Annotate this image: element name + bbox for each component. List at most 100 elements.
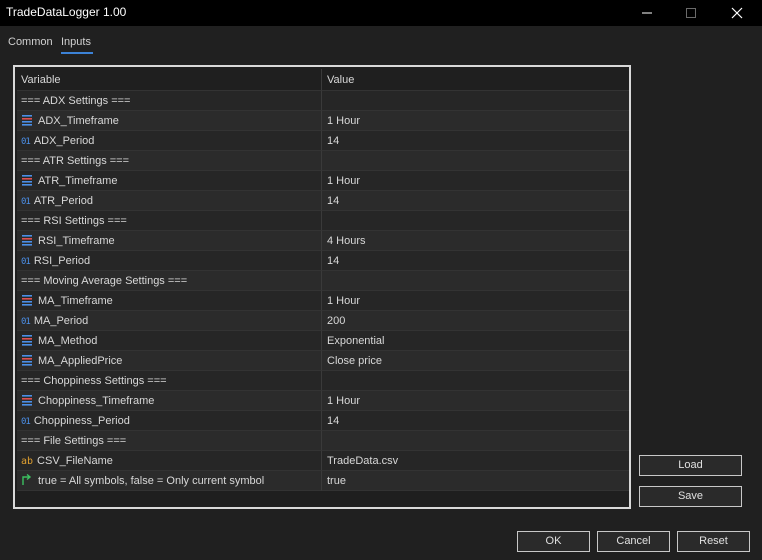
variable-name: CSV_FileName bbox=[37, 455, 113, 467]
value-cell[interactable]: TradeData.csv bbox=[322, 451, 629, 471]
value-cell[interactable]: 1 Hour bbox=[322, 111, 629, 131]
variable-name: ATR_Period bbox=[33, 195, 93, 207]
variable-cell: 01 MA_Period bbox=[17, 311, 322, 331]
column-header-variable[interactable]: Variable bbox=[17, 69, 322, 91]
column-header-value[interactable]: Value bbox=[322, 69, 629, 91]
enum-list-icon bbox=[22, 335, 32, 346]
variable-cell: MA_AppliedPrice bbox=[17, 351, 322, 371]
table-row[interactable]: ADX_Timeframe 1 Hour bbox=[17, 111, 629, 131]
table-header: Variable Value bbox=[17, 69, 629, 91]
variable-name: ADX_Timeframe bbox=[38, 115, 119, 127]
variable-name: RSI_Period bbox=[33, 255, 91, 267]
variable-cell: Choppiness_Timeframe bbox=[17, 391, 322, 411]
section-label: === ATR Settings === bbox=[21, 155, 130, 167]
string-ab-icon: ab bbox=[21, 456, 34, 467]
minimize-button[interactable] bbox=[624, 0, 670, 26]
enum-list-icon bbox=[22, 295, 32, 306]
table-row[interactable]: RSI_Timeframe 4 Hours bbox=[17, 231, 629, 251]
maximize-icon bbox=[686, 8, 696, 18]
table-row[interactable]: Choppiness_Timeframe 1 Hour bbox=[17, 391, 629, 411]
value-cell[interactable]: 4 Hours bbox=[322, 231, 629, 251]
minimize-icon bbox=[642, 12, 652, 14]
table-row[interactable]: 01 ATR_Period 14 bbox=[17, 191, 629, 211]
value-cell[interactable]: Close price bbox=[322, 351, 629, 371]
table-row[interactable]: 01 ADX_Period 14 bbox=[17, 131, 629, 151]
variable-cell: ab CSV_FileName bbox=[17, 451, 322, 471]
table-row[interactable]: 01 Choppiness_Period 14 bbox=[17, 411, 629, 431]
value-cell bbox=[322, 91, 629, 111]
value-cell bbox=[322, 271, 629, 291]
table-row[interactable]: true = All symbols, false = Only current… bbox=[17, 471, 629, 491]
value-cell[interactable]: 1 Hour bbox=[322, 391, 629, 411]
table-row[interactable]: 01 MA_Period 200 bbox=[17, 311, 629, 331]
value-cell[interactable]: 14 bbox=[322, 251, 629, 271]
table-row[interactable]: MA_AppliedPrice Close price bbox=[17, 351, 629, 371]
integer-01-icon: 01 bbox=[21, 197, 31, 207]
value-cell bbox=[322, 371, 629, 391]
variable-cell: === ADX Settings === bbox=[17, 91, 322, 111]
section-label: === File Settings === bbox=[21, 435, 127, 447]
variable-cell: === Choppiness Settings === bbox=[17, 371, 322, 391]
section-row: === ATR Settings === bbox=[17, 151, 629, 171]
table-row[interactable]: 01 RSI_Period 14 bbox=[17, 251, 629, 271]
variable-name: MA_Method bbox=[38, 335, 98, 347]
tab-common[interactable]: Common bbox=[8, 36, 53, 48]
variable-name: MA_AppliedPrice bbox=[38, 355, 123, 367]
table-row[interactable]: ab CSV_FileName TradeData.csv bbox=[17, 451, 629, 471]
maximize-button[interactable] bbox=[668, 0, 714, 26]
value-cell[interactable]: 14 bbox=[322, 191, 629, 211]
variable-name: Choppiness_Period bbox=[33, 415, 130, 427]
variable-name: ADX_Period bbox=[33, 135, 95, 147]
table-row[interactable]: MA_Method Exponential bbox=[17, 331, 629, 351]
integer-01-icon: 01 bbox=[21, 317, 31, 327]
value-cell[interactable]: 14 bbox=[322, 131, 629, 151]
value-cell bbox=[322, 211, 629, 231]
variable-name: true = All symbols, false = Only current… bbox=[38, 475, 265, 487]
close-button[interactable] bbox=[714, 0, 760, 26]
enum-list-icon bbox=[22, 115, 32, 126]
value-cell[interactable]: true bbox=[322, 471, 629, 491]
bool-arrow-icon bbox=[22, 474, 32, 485]
reset-button[interactable]: Reset bbox=[677, 531, 750, 552]
section-row: === RSI Settings === bbox=[17, 211, 629, 231]
variable-cell: === File Settings === bbox=[17, 431, 322, 451]
section-label: === Choppiness Settings === bbox=[21, 375, 167, 387]
enum-list-icon bbox=[22, 395, 32, 406]
section-row: === Choppiness Settings === bbox=[17, 371, 629, 391]
variable-cell: 01 Choppiness_Period bbox=[17, 411, 322, 431]
variable-cell: === ATR Settings === bbox=[17, 151, 322, 171]
ok-button[interactable]: OK bbox=[517, 531, 590, 552]
window-title: TradeDataLogger 1.00 bbox=[6, 5, 127, 19]
cancel-button[interactable]: Cancel bbox=[597, 531, 670, 552]
variable-cell: ADX_Timeframe bbox=[17, 111, 322, 131]
value-cell[interactable]: 1 Hour bbox=[322, 171, 629, 191]
inputs-table: Variable Value === ADX Settings === ADX_T… bbox=[17, 69, 629, 491]
variable-cell: RSI_Timeframe bbox=[17, 231, 322, 251]
value-cell[interactable]: 200 bbox=[322, 311, 629, 331]
tab-inputs[interactable]: Inputs bbox=[61, 36, 91, 48]
table-row[interactable]: ATR_Timeframe 1 Hour bbox=[17, 171, 629, 191]
section-row: === File Settings === bbox=[17, 431, 629, 451]
variable-cell: 01 ATR_Period bbox=[17, 191, 322, 211]
table-row[interactable]: MA_Timeframe 1 Hour bbox=[17, 291, 629, 311]
variable-cell: MA_Method bbox=[17, 331, 322, 351]
title-bar: TradeDataLogger 1.00 bbox=[0, 0, 762, 26]
variable-name: MA_Timeframe bbox=[38, 295, 113, 307]
variable-name: MA_Period bbox=[33, 315, 89, 327]
integer-01-icon: 01 bbox=[21, 257, 31, 267]
value-cell[interactable]: 14 bbox=[322, 411, 629, 431]
variable-cell: 01 RSI_Period bbox=[17, 251, 322, 271]
enum-list-icon bbox=[22, 355, 32, 366]
variable-cell: === Moving Average Settings === bbox=[17, 271, 322, 291]
tab-bar: Common Inputs bbox=[0, 30, 762, 56]
section-label: === Moving Average Settings === bbox=[21, 275, 188, 287]
variable-cell: 01 ADX_Period bbox=[17, 131, 322, 151]
close-icon bbox=[731, 7, 743, 19]
value-cell[interactable]: 1 Hour bbox=[322, 291, 629, 311]
section-row: === Moving Average Settings === bbox=[17, 271, 629, 291]
value-cell bbox=[322, 151, 629, 171]
save-button[interactable]: Save bbox=[639, 486, 742, 507]
value-cell[interactable]: Exponential bbox=[322, 331, 629, 351]
load-button[interactable]: Load bbox=[639, 455, 742, 476]
enum-list-icon bbox=[22, 235, 32, 246]
